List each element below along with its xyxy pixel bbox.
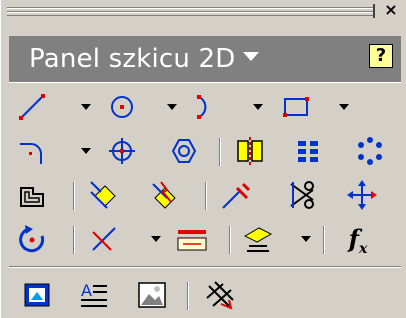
circular-pattern-button[interactable] [353, 134, 387, 168]
separator [187, 282, 189, 310]
move-tool-button[interactable] [345, 178, 379, 212]
polygon-icon [171, 139, 197, 163]
dimension-icon [92, 227, 116, 251]
close-button[interactable]: × [381, 0, 401, 20]
insert-image-button[interactable] [21, 278, 55, 312]
trim-tool-button[interactable] [147, 178, 181, 212]
trim-icon [152, 181, 176, 209]
fillet-icon [20, 143, 42, 164]
tool-row-2 [1, 134, 406, 172]
offset-tool-button[interactable] [15, 178, 49, 212]
circle-icon [111, 96, 133, 118]
general-dimension-button[interactable] [87, 222, 121, 256]
tool-row-3 [1, 178, 406, 216]
rectangle-tool-button[interactable] [279, 90, 313, 124]
split-tool-button[interactable] [219, 178, 253, 212]
dimension-dropdown-arrow[interactable] [151, 236, 161, 242]
circle-tool-button[interactable] [105, 90, 139, 124]
separator [219, 138, 221, 166]
rectangle-icon [283, 97, 309, 117]
svg-text:A: A [81, 281, 92, 300]
line-tool-button[interactable] [15, 90, 49, 124]
dimension-edit-icon [177, 230, 207, 251]
polygon-tool-button[interactable] [167, 134, 201, 168]
mirror-icon [237, 137, 263, 165]
toolbar-grip[interactable] [7, 4, 375, 18]
fillet-tool-button[interactable] [15, 134, 49, 168]
scissors-icon [290, 181, 314, 209]
scissors-tool-button[interactable] [285, 178, 319, 212]
rectangle-dropdown-arrow[interactable] [339, 104, 349, 110]
rotate-tool-button[interactable] [15, 222, 49, 256]
extend-tool-button[interactable] [87, 178, 121, 212]
rectangular-pattern-button[interactable] [291, 134, 325, 168]
offset-icon [20, 187, 44, 207]
mirror-tool-button[interactable] [233, 134, 267, 168]
picture-tool-button[interactable] [135, 278, 169, 312]
tool-row-4: fx [1, 222, 406, 260]
arc-icon [197, 95, 207, 119]
line-dropdown-arrow[interactable] [81, 104, 91, 110]
chevron-down-icon[interactable] [243, 52, 260, 61]
fillet-dropdown-arrow[interactable] [81, 148, 91, 154]
hatch-icon [206, 281, 234, 310]
rectangular-pattern-icon [298, 141, 318, 162]
point-center-icon [109, 138, 135, 164]
separator [9, 266, 401, 268]
separator [73, 226, 75, 254]
text-tool-button[interactable]: A [77, 278, 111, 312]
arc-dropdown-arrow[interactable] [253, 104, 263, 110]
rotate-icon [19, 225, 45, 253]
panel-header[interactable]: Panel szkicu 2D ? [9, 36, 401, 83]
text-icon: A [81, 281, 107, 307]
project-dropdown-arrow[interactable] [301, 236, 311, 242]
function-icon: fx [348, 224, 368, 257]
circular-pattern-icon [358, 137, 382, 165]
point-tool-button[interactable] [105, 134, 139, 168]
extend-icon [90, 181, 116, 209]
panel-title[interactable]: Panel szkicu 2D [29, 44, 260, 74]
tool-row-5: A [1, 278, 406, 316]
split-icon [222, 182, 251, 209]
move-icon [347, 180, 377, 210]
arc-tool-button[interactable] [191, 90, 225, 124]
picture-icon [138, 282, 166, 308]
dimension-edit-button[interactable] [175, 222, 209, 256]
circle-dropdown-arrow[interactable] [167, 104, 177, 110]
separator [73, 182, 75, 210]
line-icon [19, 94, 45, 120]
hatch-tool-button[interactable] [203, 278, 237, 312]
separator [205, 182, 207, 210]
separator [323, 226, 325, 254]
project-geometry-icon [243, 227, 273, 252]
separator [229, 226, 231, 254]
help-button[interactable]: ? [369, 44, 393, 68]
project-geometry-button[interactable] [241, 222, 275, 256]
insert-image-icon [24, 283, 50, 307]
tool-row-1 [1, 90, 406, 128]
parameters-button[interactable]: fx [341, 222, 375, 257]
sketch-panel-toolbar: × Panel szkicu 2D ? fx A [0, 0, 406, 318]
